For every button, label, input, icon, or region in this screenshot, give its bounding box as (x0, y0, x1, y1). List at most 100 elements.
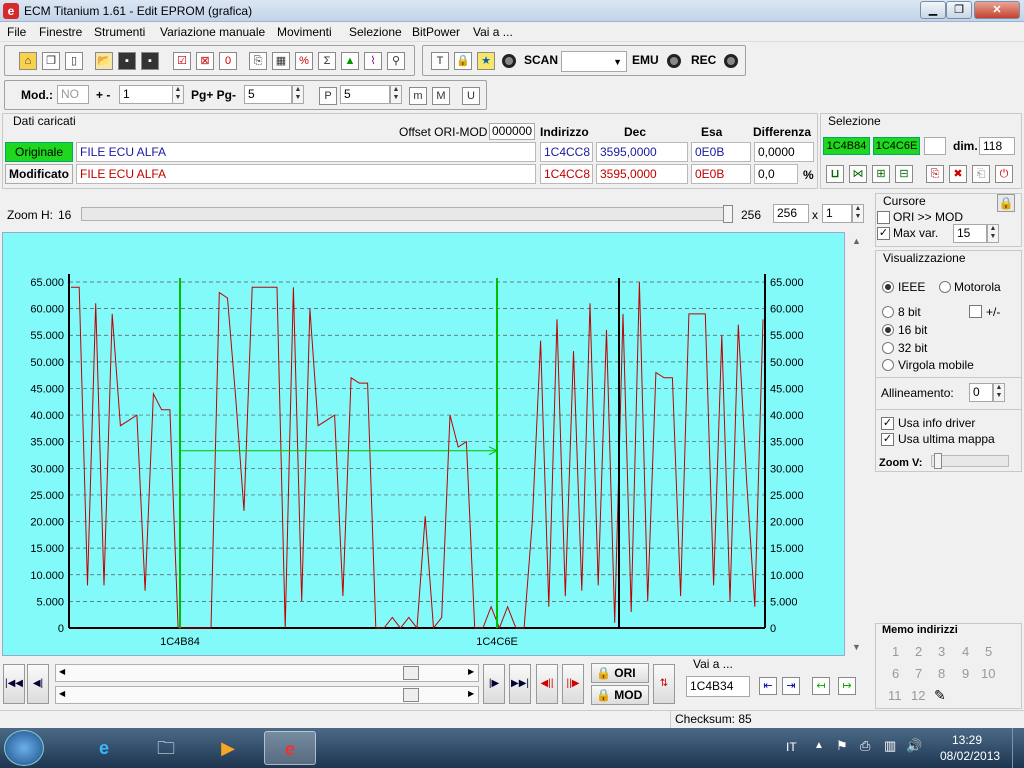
memo-slot[interactable]: 3 (938, 644, 945, 659)
device-icon[interactable]: ⎙ (860, 738, 870, 754)
cursor-lock-icon[interactable]: 🔒 (997, 194, 1015, 212)
clock-date[interactable]: 08/02/2013 (940, 749, 1000, 763)
pg-field[interactable]: 5 (244, 85, 292, 104)
selection-end[interactable]: 1C4C6E (873, 137, 920, 155)
allineamento-spinner[interactable]: ▲ ▼ (993, 383, 1005, 402)
lock-icon[interactable]: 🔒 (454, 52, 472, 70)
virgola-radio[interactable] (882, 359, 894, 371)
sum-icon[interactable]: Σ (318, 52, 336, 70)
ori-hscroll[interactable]: ◀ ▶ (55, 664, 479, 682)
modificato-esa[interactable]: 0E0B (691, 164, 751, 184)
originale-button[interactable]: Originale (5, 142, 73, 162)
zoomv-slider-thumb[interactable] (934, 453, 942, 469)
memo-slot[interactable]: 8 (938, 666, 945, 681)
scan-select[interactable]: ▼ (561, 51, 627, 72)
memo-slot[interactable]: 5 (985, 644, 992, 659)
memo-slot[interactable]: 9 (962, 666, 969, 681)
u-icon[interactable]: U (462, 87, 480, 105)
8bit-radio[interactable] (882, 306, 894, 318)
calculator-icon[interactable]: ▦ (272, 52, 290, 70)
menu-vai-a[interactable]: Vai a ... (473, 25, 513, 39)
runner-icon[interactable]: ★ (477, 52, 495, 70)
maximize-icon[interactable]: ❐ (946, 1, 972, 19)
menu-file[interactable]: File (7, 25, 26, 39)
goto-right-icon[interactable]: ⇥ (782, 677, 800, 695)
ie-icon[interactable]: e (78, 731, 130, 765)
start-icon[interactable] (4, 730, 44, 766)
zoom-mult-field[interactable]: 1 (822, 204, 852, 223)
memo-slot[interactable]: 6 (892, 666, 899, 681)
prev-diff-icon[interactable]: ◀|| (536, 664, 558, 704)
memo-slot[interactable]: 10 (981, 666, 995, 681)
next-icon[interactable]: |▶ (483, 664, 505, 704)
tray-arrow-icon[interactable]: ▲ (814, 740, 824, 751)
max-var-spinner[interactable]: ▲ ▼ (987, 224, 999, 243)
paste-selection-icon[interactable]: ⎗ (972, 165, 990, 183)
menu-bitpower[interactable]: BitPower (412, 25, 460, 39)
modificato-dec[interactable]: 3595,0000 (596, 164, 688, 184)
folder-icon[interactable]: 🗀 (140, 731, 192, 765)
text-icon[interactable]: T (431, 52, 449, 70)
bracket-icon[interactable]: ⊔ (826, 165, 844, 183)
save-icon[interactable]: ▪ (118, 52, 136, 70)
zoom-mult-spinner[interactable]: ▲ ▼ (852, 204, 864, 223)
close-icon[interactable]: ✕ (974, 1, 1020, 19)
mod-hscroll[interactable]: ◀ ▶ (55, 686, 479, 704)
memo-edit-icon[interactable]: ✎ (934, 687, 946, 704)
page-icon[interactable]: ▯ (65, 52, 83, 70)
modificato-addr[interactable]: 1C4CC8 (540, 164, 593, 184)
originale-dec[interactable]: 3595,0000 (596, 142, 688, 162)
plusminus-checkbox[interactable] (969, 305, 982, 318)
home-icon[interactable]: ⌂ (19, 52, 37, 70)
bracket-left-icon[interactable]: ⋈ (849, 165, 867, 183)
offset-value[interactable]: 000000 (489, 123, 535, 140)
binoculars-icon[interactable]: ⚲ (387, 52, 405, 70)
language-indicator[interactable]: IT (786, 740, 797, 754)
p-field[interactable]: 5 (340, 85, 390, 104)
ecm-titanium-task-icon[interactable]: e (264, 731, 316, 765)
show-desktop-button[interactable] (1012, 728, 1024, 768)
scroll-right-icon[interactable]: ▶ (468, 689, 474, 698)
menu-selezione[interactable]: Selezione (349, 25, 402, 39)
ori-mod-checkbox[interactable] (877, 211, 890, 224)
ultima-mappa-checkbox[interactable]: ✓ (881, 433, 894, 446)
allineamento-field[interactable]: 0 (969, 383, 993, 402)
prev-icon[interactable]: ◀| (27, 664, 49, 704)
clock-time[interactable]: 13:29 (952, 733, 982, 747)
scroll-up-icon[interactable]: ▲ (852, 236, 861, 246)
zoom-field[interactable]: 256 (773, 204, 809, 223)
percent-icon[interactable]: % (295, 52, 313, 70)
memo-slot[interactable]: 7 (915, 666, 922, 681)
network-icon[interactable]: ▥ (884, 738, 896, 754)
zoomv-slider[interactable] (931, 453, 1009, 469)
menu-movimenti[interactable]: Movimenti (277, 25, 332, 39)
m-small-icon[interactable]: m (409, 87, 427, 105)
max-var-checkbox[interactable]: ✓ (877, 227, 890, 240)
open-folder-icon[interactable]: 📂 (95, 52, 113, 70)
swap-icon[interactable]: ⇅ (653, 664, 675, 704)
emu-dot-icon[interactable] (667, 54, 681, 68)
mark-left-icon[interactable]: ↤ (812, 677, 830, 695)
media-icon[interactable]: ▶ (202, 731, 254, 765)
motorola-radio[interactable] (939, 281, 951, 293)
plusminus-spinner[interactable]: ▲ ▼ (172, 85, 184, 104)
mod-field[interactable]: NO (57, 85, 89, 104)
rec-dot-icon[interactable] (724, 54, 738, 68)
zero-icon[interactable]: 0 (219, 52, 237, 70)
first-icon[interactable]: |◀◀ (3, 664, 25, 704)
shapes-icon[interactable]: ▲ (341, 52, 359, 70)
plusminus-field[interactable]: 1 (119, 85, 173, 104)
modificato-button[interactable]: Modificato (5, 164, 73, 184)
16bit-radio[interactable] (882, 324, 894, 336)
chart-area[interactable]: 65.000 65.000 60.000 60.000 55.000 55.000 50.0… (2, 232, 845, 656)
selection-extra-field[interactable] (924, 137, 946, 155)
record-dot-icon[interactable] (502, 54, 516, 68)
menu-strumenti[interactable]: Strumenti (94, 25, 145, 39)
memo-slot[interactable]: 2 (915, 644, 922, 659)
bracket-equal-icon[interactable]: ⊟ (895, 165, 913, 183)
info-driver-checkbox[interactable]: ✓ (881, 417, 894, 430)
originale-esa[interactable]: 0E0B (691, 142, 751, 162)
ori-button[interactable]: 🔒 ORI (591, 663, 649, 683)
next-diff-icon[interactable]: ||▶ (562, 664, 584, 704)
memo-slot[interactable]: 1 (892, 644, 899, 659)
